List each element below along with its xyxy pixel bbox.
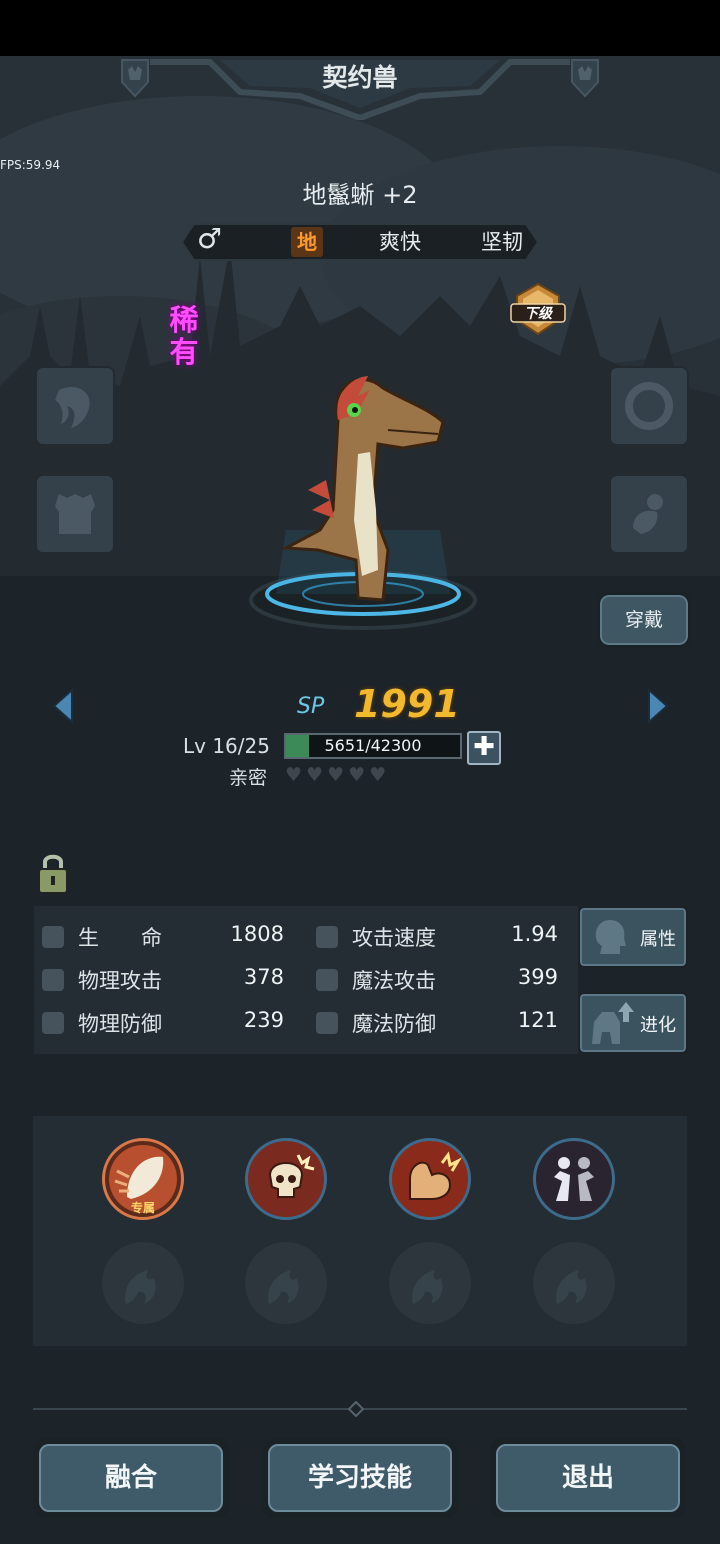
- stat-row: 物理防御 239: [34, 1002, 306, 1045]
- staff-icon: [316, 969, 338, 991]
- exit-button[interactable]: 退出: [490, 1438, 686, 1518]
- empty-skill-slot[interactable]: [102, 1242, 184, 1324]
- skills-panel: 专属: [33, 1116, 687, 1346]
- twin-figures-icon: [554, 1157, 594, 1201]
- flame-claw-icon: [556, 1270, 587, 1304]
- shield-icon: [42, 1012, 64, 1034]
- equip-slot-claw[interactable]: [35, 366, 115, 446]
- claw-slot-icon: [55, 387, 90, 428]
- stat-name: 魔法防御: [352, 1012, 436, 1036]
- stat-name: 魔法攻击: [352, 969, 436, 993]
- level-label: Lv 16/25: [183, 734, 270, 758]
- stat-name: 物理攻击: [78, 969, 162, 993]
- empty-skill-slot[interactable]: [245, 1242, 327, 1324]
- pet-sprite: [249, 376, 477, 630]
- skill-slot[interactable]: 专属: [102, 1138, 184, 1220]
- fps-counter: FPS:59.94: [0, 158, 61, 172]
- wolf-crest-icon: [571, 59, 599, 98]
- next-pet-arrow[interactable]: [645, 688, 671, 724]
- intimacy-label: 亲密: [229, 767, 268, 789]
- stat-row: 物理攻击 378: [34, 959, 306, 1002]
- equip-slot-charm[interactable]: [609, 474, 689, 554]
- attributes-button[interactable]: 属性: [578, 906, 688, 968]
- sword-icon: [42, 969, 64, 991]
- empty-skill-slot[interactable]: [389, 1242, 471, 1324]
- equip-button[interactable]: 穿戴: [597, 592, 691, 648]
- flame-claw-icon: [412, 1270, 443, 1304]
- charm-slot-icon: [633, 494, 663, 534]
- attributes-label: 属性: [640, 929, 676, 950]
- head-profile-icon: [595, 920, 626, 954]
- intimacy-hearts: ♥♥♥♥♥: [285, 764, 391, 786]
- stat-name: 生 命: [78, 926, 162, 950]
- flame-claw-icon: [268, 1270, 299, 1304]
- fuse-label: 融合: [39, 1444, 223, 1512]
- stat-name: 攻击速度: [352, 926, 436, 950]
- rarity-label: 稀有: [169, 303, 199, 369]
- stat-row: 攻击速度 1.94: [314, 916, 578, 959]
- skill-slot[interactable]: [533, 1138, 615, 1220]
- stat-row: 生 命 1808: [34, 916, 306, 959]
- heart-icon: [42, 926, 64, 948]
- evolve-button[interactable]: 进化: [578, 992, 688, 1054]
- stat-value: 121: [517, 1008, 558, 1032]
- evolve-beast-icon: [592, 1002, 634, 1044]
- grade-badge: 下级: [507, 282, 569, 340]
- stat-row: 魔法防御 121: [314, 1002, 578, 1045]
- stat-value: 399: [517, 965, 558, 989]
- cracked-skull-icon: [268, 1154, 315, 1198]
- exp-bar: 5651/42300: [284, 733, 462, 759]
- skill-slot[interactable]: [389, 1138, 471, 1220]
- stat-value: 1808: [230, 922, 284, 946]
- add-exp-button[interactable]: ✚: [467, 731, 501, 765]
- armor-slot-icon: [55, 494, 95, 534]
- learn-skill-button[interactable]: 学习技能: [262, 1438, 458, 1518]
- empty-skill-slot[interactable]: [533, 1242, 615, 1324]
- exp-text: 5651/42300: [324, 736, 422, 755]
- diamond-ornament-icon: [348, 1401, 364, 1417]
- status-bar: [0, 0, 720, 56]
- boot-icon: [316, 926, 338, 948]
- stat-name: 物理防御: [78, 1012, 162, 1036]
- sp-value: 1991: [354, 682, 460, 726]
- page-title: 契约兽: [322, 63, 398, 92]
- male-symbol-icon: ♂: [197, 222, 223, 255]
- element-badge: 地: [291, 227, 323, 257]
- lock-icon[interactable]: [37, 851, 69, 895]
- skill-slot[interactable]: [245, 1138, 327, 1220]
- exclusive-tag: 专属: [131, 1201, 156, 1215]
- grade-label: 下级: [524, 306, 552, 322]
- exit-label: 退出: [496, 1444, 680, 1512]
- flexed-arm-icon: [409, 1151, 462, 1200]
- trait-label: 爽快: [379, 230, 421, 254]
- stats-panel: 生 命 1808 物理攻击 378 物理防御 239 攻击速度 1.94 魔法攻…: [34, 906, 578, 1054]
- equip-slot-armor[interactable]: [35, 474, 115, 554]
- stat-value: 378: [243, 965, 284, 989]
- fuse-button[interactable]: 融合: [33, 1438, 229, 1518]
- pet-name: 地鬣蜥 +2: [302, 181, 418, 209]
- prev-pet-arrow[interactable]: [50, 688, 76, 724]
- magic-shield-icon: [316, 1012, 338, 1034]
- stat-value: 1.94: [511, 922, 558, 946]
- stat-row: 魔法攻击 399: [314, 959, 578, 1002]
- trait-label: 坚韧: [481, 230, 523, 254]
- evolve-label: 进化: [640, 1015, 676, 1036]
- stat-value: 239: [243, 1008, 284, 1032]
- sp-label: SP: [297, 694, 325, 719]
- equip-slot-ring[interactable]: [609, 366, 689, 446]
- learn-skill-label: 学习技能: [268, 1444, 452, 1512]
- flame-claw-icon: [125, 1270, 156, 1304]
- wolf-crest-icon: [121, 59, 149, 98]
- ring-slot-icon: [625, 382, 673, 430]
